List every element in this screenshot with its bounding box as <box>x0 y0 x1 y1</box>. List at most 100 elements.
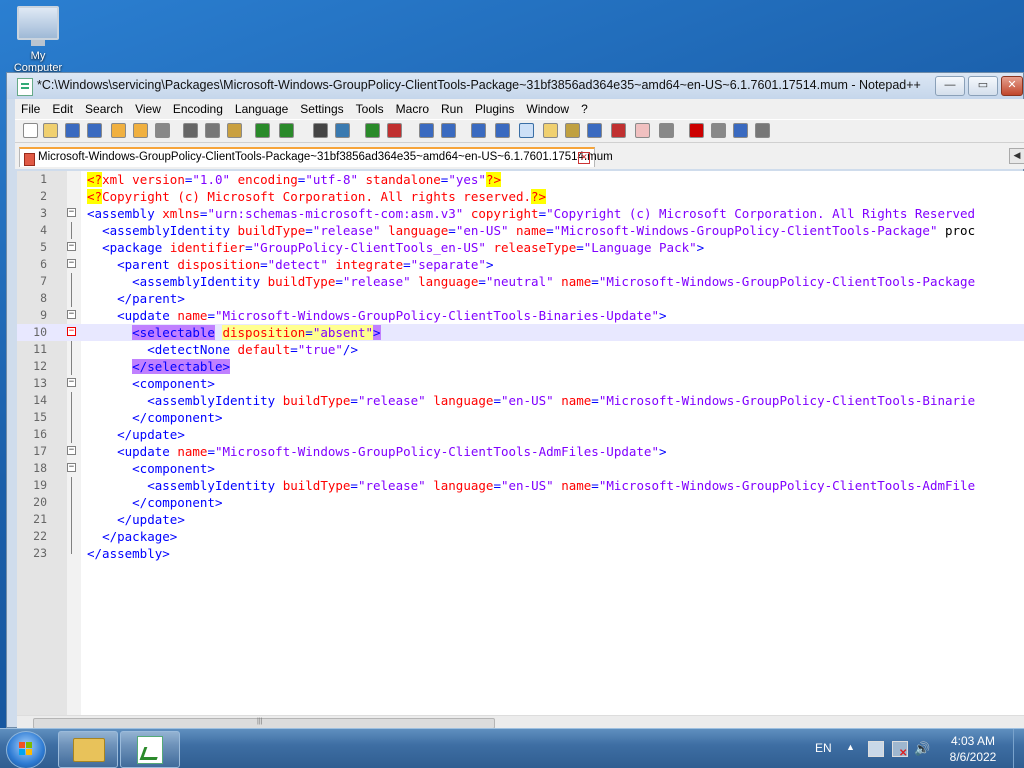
menu-encoding[interactable]: Encoding <box>167 99 229 119</box>
indent-guide-icon[interactable] <box>519 123 534 138</box>
code-text[interactable]: <component> <box>87 375 215 392</box>
editor-line[interactable]: 3 − <assembly xmlns="urn:schemas-microsoft… <box>17 205 1024 222</box>
editor-line[interactable]: 8 </parent> <box>17 290 1024 307</box>
code-text[interactable]: </assembly> <box>87 545 170 562</box>
fold-toggle-icon[interactable]: − <box>67 446 76 455</box>
editor-line[interactable]: 19 <assemblyIdentity buildType="release"… <box>17 477 1024 494</box>
code-text[interactable]: <assemblyIdentity buildType="release" la… <box>87 392 975 409</box>
menu-macro[interactable]: Macro <box>390 99 435 119</box>
macro-play-icon[interactable] <box>711 123 726 138</box>
macro-record-icon[interactable] <box>659 123 674 138</box>
taskbar-notepadpp-button[interactable] <box>120 731 180 768</box>
close-icon[interactable] <box>111 123 126 138</box>
taskbar-explorer-button[interactable] <box>58 731 118 768</box>
menu-settings[interactable]: Settings <box>294 99 349 119</box>
code-text[interactable]: <update name="Microsoft-Windows-GroupPol… <box>87 443 666 460</box>
code-text[interactable]: <detectNone default="true"/> <box>87 341 358 358</box>
editor-line[interactable]: 22 </package> <box>17 528 1024 545</box>
fold-toggle-icon[interactable]: − <box>67 378 76 387</box>
menu-language[interactable]: Language <box>229 99 294 119</box>
save-icon[interactable] <box>65 123 80 138</box>
folder-as-workspace-icon[interactable] <box>611 123 626 138</box>
editor-line[interactable]: 10 − <selectable disposition="absent"> <box>17 324 1024 341</box>
editor-line[interactable]: 21 </update> <box>17 511 1024 528</box>
action-center-icon[interactable] <box>868 741 884 757</box>
fold-toggle-icon[interactable]: − <box>67 208 76 217</box>
volume-icon[interactable]: 🔊 <box>914 741 930 756</box>
menu-window[interactable]: Window <box>520 99 575 119</box>
show-all-chars-icon[interactable] <box>495 123 510 138</box>
editor-line[interactable]: 23 </assembly> <box>17 545 1024 562</box>
clock[interactable]: 4:03 AM 8/6/2022 <box>930 733 1016 765</box>
code-text[interactable]: <assemblyIdentity buildType="release" la… <box>87 477 975 494</box>
save-macro-icon[interactable] <box>755 123 770 138</box>
tab-close-icon[interactable]: ✕ <box>578 152 590 164</box>
fold-toggle-icon[interactable]: − <box>67 327 76 336</box>
editor-line[interactable]: 11 <detectNone default="true"/> <box>17 341 1024 358</box>
code-text[interactable]: </update> <box>87 511 185 528</box>
notepadpp-app-icon[interactable] <box>17 78 33 96</box>
code-text[interactable]: <selectable disposition="absent"> <box>87 324 381 341</box>
title-bar[interactable]: *C:\Windows\servicing\Packages\Microsoft… <box>7 73 1023 99</box>
language-indicator[interactable]: EN <box>815 741 832 755</box>
code-text[interactable]: </component> <box>87 409 222 426</box>
show-desktop-button[interactable] <box>1013 729 1024 768</box>
editor-line[interactable]: 13 − <component> <box>17 375 1024 392</box>
redo-icon[interactable] <box>279 123 294 138</box>
code-text[interactable]: <update name="Microsoft-Windows-GroupPol… <box>87 307 666 324</box>
zoom-out-icon[interactable] <box>387 123 402 138</box>
document-tab[interactable]: Microsoft-Windows-GroupPolicy-ClientTool… <box>19 147 613 167</box>
fold-toggle-icon[interactable]: − <box>67 310 76 319</box>
maximize-button[interactable]: ▭ <box>968 76 998 96</box>
code-text[interactable]: </parent> <box>87 290 185 307</box>
editor-line[interactable]: 5 − <package identifier="GroupPolicy-Clie… <box>17 239 1024 256</box>
editor-line[interactable]: 2 <?Copyright (c) Microsoft Corporation. … <box>17 188 1024 205</box>
document-map-icon[interactable] <box>565 123 580 138</box>
editor-line[interactable]: 18 − <component> <box>17 460 1024 477</box>
code-text[interactable]: <?xml version="1.0" encoding="utf-8" sta… <box>87 171 502 188</box>
replace-icon[interactable] <box>335 123 350 138</box>
menu-help[interactable]: ? <box>575 99 594 119</box>
function-list-icon[interactable] <box>587 123 602 138</box>
menu-view[interactable]: View <box>129 99 167 119</box>
fold-toggle-icon[interactable]: − <box>67 242 76 251</box>
tab-scroll-left-icon[interactable]: ◀ <box>1009 148 1024 164</box>
code-text[interactable]: <?Copyright (c) Microsoft Corporation. A… <box>87 188 547 205</box>
monitoring-icon[interactable] <box>635 123 650 138</box>
editor-line[interactable]: 12 </selectable> <box>17 358 1024 375</box>
close-button[interactable]: ✕ <box>1001 76 1023 96</box>
find-icon[interactable] <box>313 123 328 138</box>
menu-tools[interactable]: Tools <box>350 99 390 119</box>
editor-line[interactable]: 20 </component> <box>17 494 1024 511</box>
paste-icon[interactable] <box>227 123 242 138</box>
code-text[interactable]: <package identifier="GroupPolicy-ClientT… <box>87 239 704 256</box>
editor-line[interactable]: 16 </update> <box>17 426 1024 443</box>
menu-plugins[interactable]: Plugins <box>469 99 520 119</box>
code-text[interactable]: </update> <box>87 426 185 443</box>
editor-line[interactable]: 7 <assemblyIdentity buildType="release" … <box>17 273 1024 290</box>
editor-line[interactable]: 6 − <parent disposition="detect" integrat… <box>17 256 1024 273</box>
start-button[interactable] <box>6 731 46 768</box>
undo-icon[interactable] <box>255 123 270 138</box>
print-icon[interactable] <box>155 123 170 138</box>
code-editor[interactable]: 1 <?xml version="1.0" encoding="utf-8" st… <box>17 171 1024 717</box>
code-text[interactable]: </package> <box>87 528 177 545</box>
code-text[interactable]: </component> <box>87 494 222 511</box>
menu-edit[interactable]: Edit <box>46 99 79 119</box>
editor-line[interactable]: 4 <assemblyIdentity buildType="release" … <box>17 222 1024 239</box>
code-text[interactable]: <assembly xmlns="urn:schemas-microsoft-c… <box>87 205 975 222</box>
code-text[interactable]: </selectable> <box>87 358 230 375</box>
minimize-button[interactable]: — <box>935 76 965 96</box>
fold-toggle-icon[interactable]: − <box>67 463 76 472</box>
code-text[interactable]: <assemblyIdentity buildType="release" la… <box>87 273 975 290</box>
close-all-icon[interactable] <box>133 123 148 138</box>
sync-horizontal-icon[interactable] <box>441 123 456 138</box>
new-file-icon[interactable] <box>23 123 38 138</box>
macro-stop-icon[interactable] <box>689 123 704 138</box>
code-text[interactable]: <parent disposition="detect" integrate="… <box>87 256 493 273</box>
my-computer-desktop-icon[interactable]: My Computer <box>8 6 68 74</box>
editor-line[interactable]: 9 − <update name="Microsoft-Windows-Group… <box>17 307 1024 324</box>
fold-toggle-icon[interactable]: − <box>67 259 76 268</box>
code-text[interactable]: <component> <box>87 460 215 477</box>
editor-line[interactable]: 15 </component> <box>17 409 1024 426</box>
